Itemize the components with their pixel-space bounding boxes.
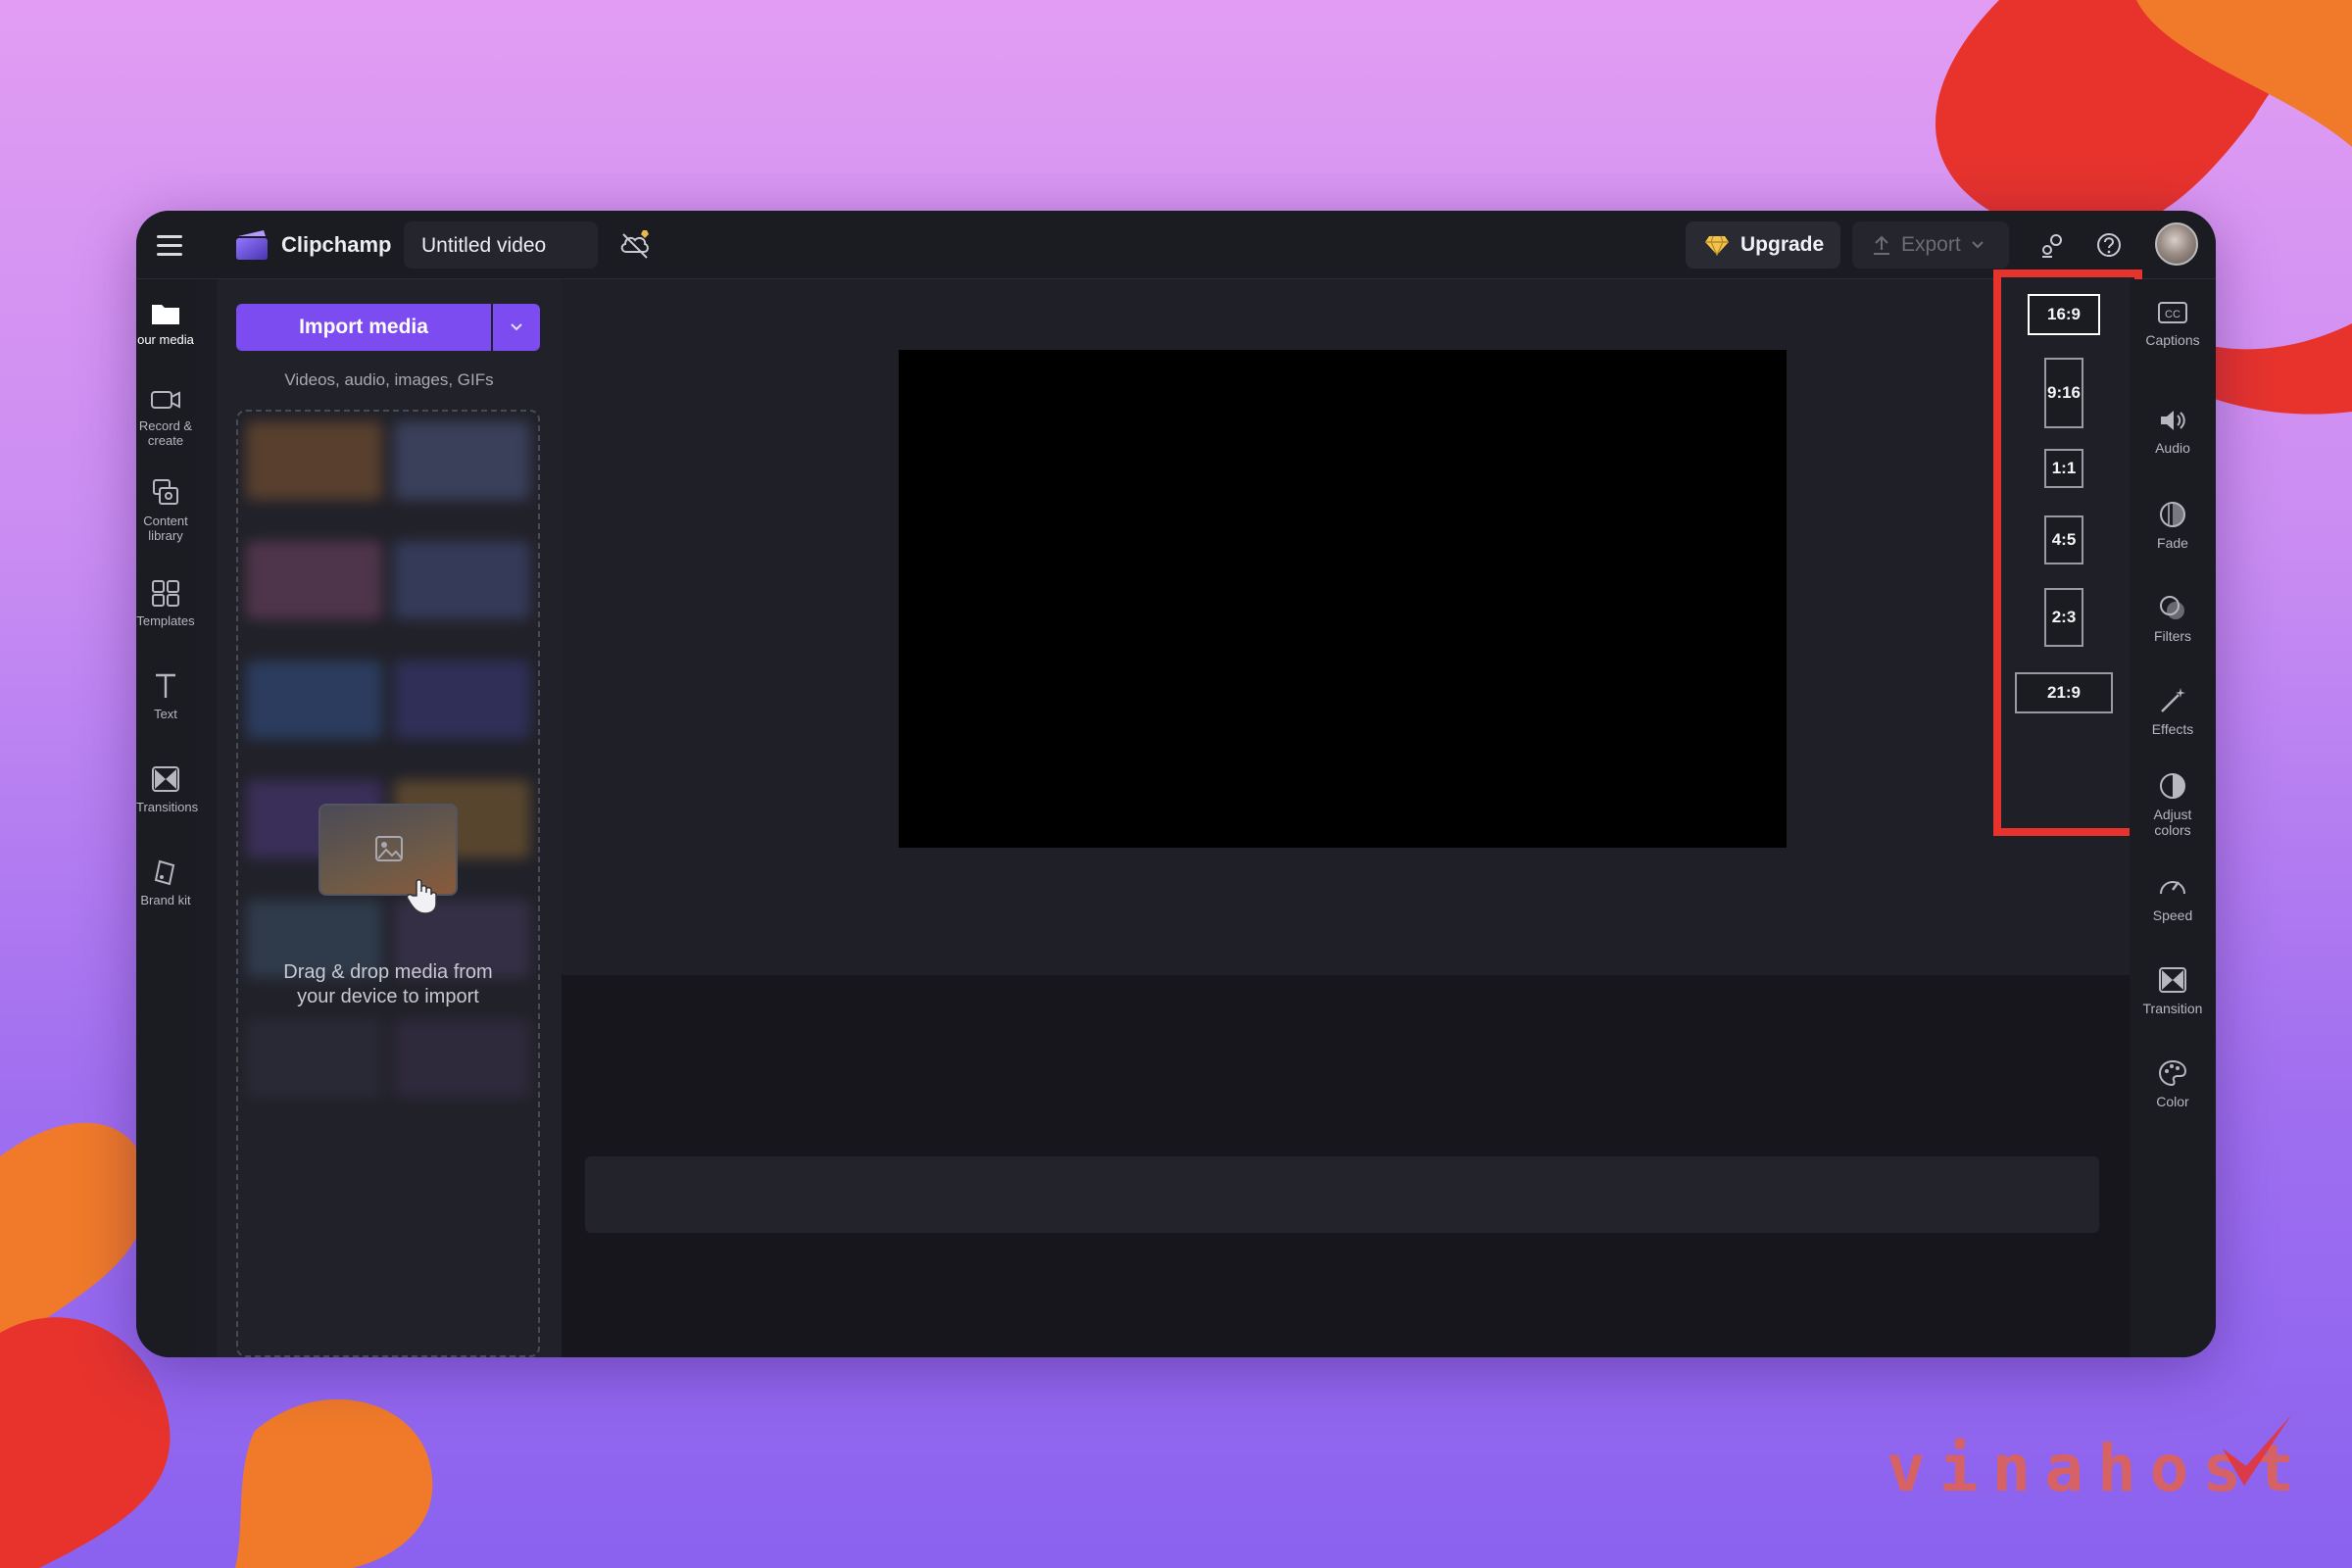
rail-transition[interactable]: Transition xyxy=(2130,965,2216,1016)
fade-icon xyxy=(2160,502,2185,527)
menu-icon[interactable] xyxy=(152,228,187,262)
upgrade-button[interactable]: Upgrade xyxy=(1686,221,1840,269)
camera-icon xyxy=(151,391,180,409)
upload-icon xyxy=(1874,235,1889,255)
nav-record-create[interactable]: Record & create xyxy=(136,385,195,448)
brand-name: Clipchamp xyxy=(281,232,392,257)
import-dropdown-button[interactable] xyxy=(493,304,540,351)
library-icon xyxy=(153,479,178,505)
captions-icon: CC xyxy=(2158,302,2187,323)
help-icon[interactable] xyxy=(2092,228,2126,262)
text-icon xyxy=(156,673,175,698)
media-drop-zone[interactable]: Drag & drop media from your device to im… xyxy=(236,410,540,1357)
avatar[interactable] xyxy=(2155,222,2198,266)
rail-audio[interactable]: Audio xyxy=(2130,407,2216,456)
rail-captions[interactable]: CC Captions xyxy=(2130,299,2216,348)
ratio-1-1-button[interactable]: 1:1 xyxy=(2044,449,2083,488)
chevron-down-icon xyxy=(1971,241,1984,249)
watermark-check-icon xyxy=(2223,1415,2291,1486)
transition-icon xyxy=(2159,967,2186,993)
chevron-down-icon xyxy=(511,323,522,331)
ratio-4-5-button[interactable]: 4:5 xyxy=(2044,515,2083,564)
filters-icon xyxy=(2160,596,2184,619)
speed-icon xyxy=(2160,881,2185,895)
diamond-icon xyxy=(1705,235,1729,256)
transitions-icon xyxy=(152,766,179,792)
import-media-button[interactable]: Import media xyxy=(236,304,491,351)
nav-content-library[interactable]: Content library xyxy=(136,478,195,543)
nav-brand-kit[interactable]: Brand kit xyxy=(136,858,195,907)
export-button[interactable]: Export xyxy=(1852,221,2009,269)
rail-adjust-colors[interactable]: Adjust colors xyxy=(2130,771,2216,838)
export-label: Export xyxy=(1901,233,1961,256)
image-icon xyxy=(375,836,403,861)
cloud-off-icon[interactable] xyxy=(617,228,653,262)
magic-wand-icon xyxy=(2161,688,2185,712)
project-title-input[interactable]: Untitled video xyxy=(404,221,598,269)
svg-text:CC: CC xyxy=(2165,309,2180,320)
brand-kit-icon xyxy=(154,859,175,886)
palette-icon xyxy=(2158,1059,2187,1087)
video-preview-canvas[interactable] xyxy=(899,350,1787,848)
drop-instructions: Drag & drop media from your device to im… xyxy=(283,961,493,1007)
aspect-ratio-panel: 16:9 9:16 1:1 4:5 2:3 21:9 xyxy=(1993,270,2142,836)
folder-icon xyxy=(152,305,179,324)
clipchamp-logo-icon xyxy=(236,230,268,260)
adjust-colors-icon xyxy=(2160,773,2185,799)
rail-fade[interactable]: Fade xyxy=(2130,500,2216,551)
ratio-21-9-button[interactable]: 21:9 xyxy=(2015,672,2113,713)
nav-text[interactable]: Text xyxy=(136,671,195,721)
templates-icon xyxy=(152,580,179,607)
timeline-track[interactable] xyxy=(585,1156,2099,1233)
drop-image-placeholder xyxy=(318,804,458,914)
share-icon[interactable] xyxy=(2035,228,2069,262)
rail-speed[interactable]: Speed xyxy=(2130,872,2216,923)
media-hint: Videos, audio, images, GIFs xyxy=(284,370,494,389)
ratio-2-3-button[interactable]: 2:3 xyxy=(2044,588,2083,647)
nav-your-media[interactable]: our media xyxy=(136,299,195,347)
media-panel: Import media Videos, audio, images, GIFs… xyxy=(217,279,562,1357)
ratio-16-9-button[interactable]: 16:9 xyxy=(2028,294,2100,335)
right-properties-rail: CC Captions Audio Fade Filters Effects A… xyxy=(2130,279,2216,1357)
upgrade-label: Upgrade xyxy=(1740,233,1825,256)
rail-effects[interactable]: Effects xyxy=(2130,686,2216,737)
rail-color[interactable]: Color xyxy=(2130,1058,2216,1109)
blurred-thumbnails xyxy=(246,421,530,1127)
clipchamp-window: Clipchamp Untitled video Upgrade Export xyxy=(136,211,2216,1357)
nav-templates[interactable]: Templates xyxy=(136,578,195,628)
left-nav-rail: our media Record & create Content librar… xyxy=(136,279,198,1357)
rail-filters[interactable]: Filters xyxy=(2130,593,2216,644)
top-bar: Clipchamp Untitled video Upgrade Export xyxy=(136,211,2216,279)
ratio-9-16-button[interactable]: 9:16 xyxy=(2044,358,2083,428)
speaker-icon xyxy=(2161,411,2185,430)
nav-transitions[interactable]: Transitions xyxy=(136,764,198,814)
hand-cursor-icon xyxy=(406,879,437,914)
